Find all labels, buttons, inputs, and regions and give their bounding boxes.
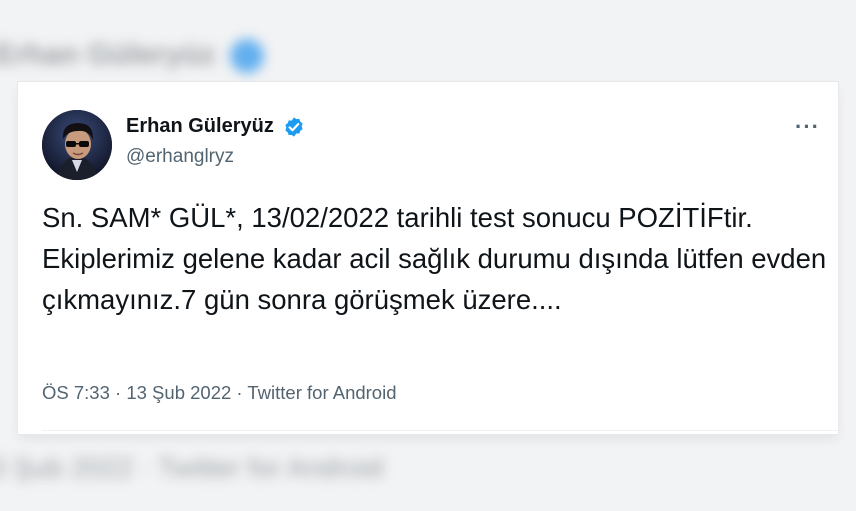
avatar[interactable] [42,110,112,180]
divider [42,430,838,431]
blurred-background-name: Erhan Güleryüz [0,38,264,74]
tweet-text: Sn. SAM* GÜL*, 13/02/2022 tarihli test s… [42,202,827,315]
tweet-source[interactable]: Twitter for Android [247,382,396,403]
author-name[interactable]: Erhan Güleryüz [126,115,274,138]
tweet-card: Erhan Güleryüz @erhanglryz ··· Sn. SAM* … [18,82,838,434]
verified-badge-icon [285,117,303,137]
more-options-icon[interactable]: ··· [795,114,820,140]
author-handle[interactable]: @erhanglryz [126,146,234,168]
blurred-background-meta: 3 Şub 2022 · Twitter for Android [0,452,384,483]
avatar-image [42,110,112,180]
blurred-verified-icon [229,39,264,74]
blurred-name-text: Erhan Güleryüz [0,38,216,71]
tweet-time[interactable]: ÖS 7:33 [42,382,110,403]
tweet-meta: ÖS 7:33 · 13 Şub 2022 · Twitter for Andr… [42,382,397,404]
tweet-date[interactable]: 13 Şub 2022 [126,382,231,403]
meta-separator: · [236,382,243,403]
meta-separator: · [115,382,122,403]
